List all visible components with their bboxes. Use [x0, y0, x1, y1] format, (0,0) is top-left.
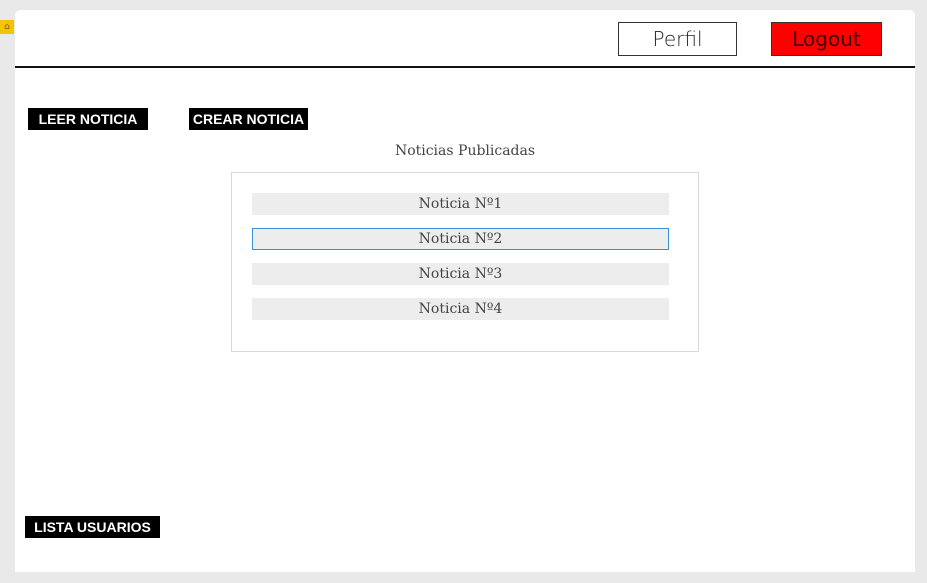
news-item[interactable]: Noticia Nº3	[252, 263, 669, 285]
news-section-title: Noticias Publicadas	[394, 143, 536, 159]
news-list: Noticia Nº1 Noticia Nº2 Noticia Nº3 Noti…	[231, 172, 699, 352]
home-icon[interactable]: ⌂	[0, 20, 14, 34]
user-list-button[interactable]: LISTA USUARIOS	[25, 516, 160, 538]
create-news-button[interactable]: CREAR NOTICIA	[189, 108, 308, 130]
news-item[interactable]: Noticia Nº4	[252, 298, 669, 320]
news-item[interactable]: Noticia Nº2	[252, 228, 669, 250]
header-divider	[15, 66, 915, 68]
main-window: Perfil Logout LEER NOTICIA CREAR NOTICIA…	[15, 10, 915, 572]
logout-button[interactable]: Logout	[771, 22, 882, 56]
news-item[interactable]: Noticia Nº1	[252, 193, 669, 215]
profile-button[interactable]: Perfil	[618, 22, 737, 56]
read-news-button[interactable]: LEER NOTICIA	[28, 108, 148, 130]
